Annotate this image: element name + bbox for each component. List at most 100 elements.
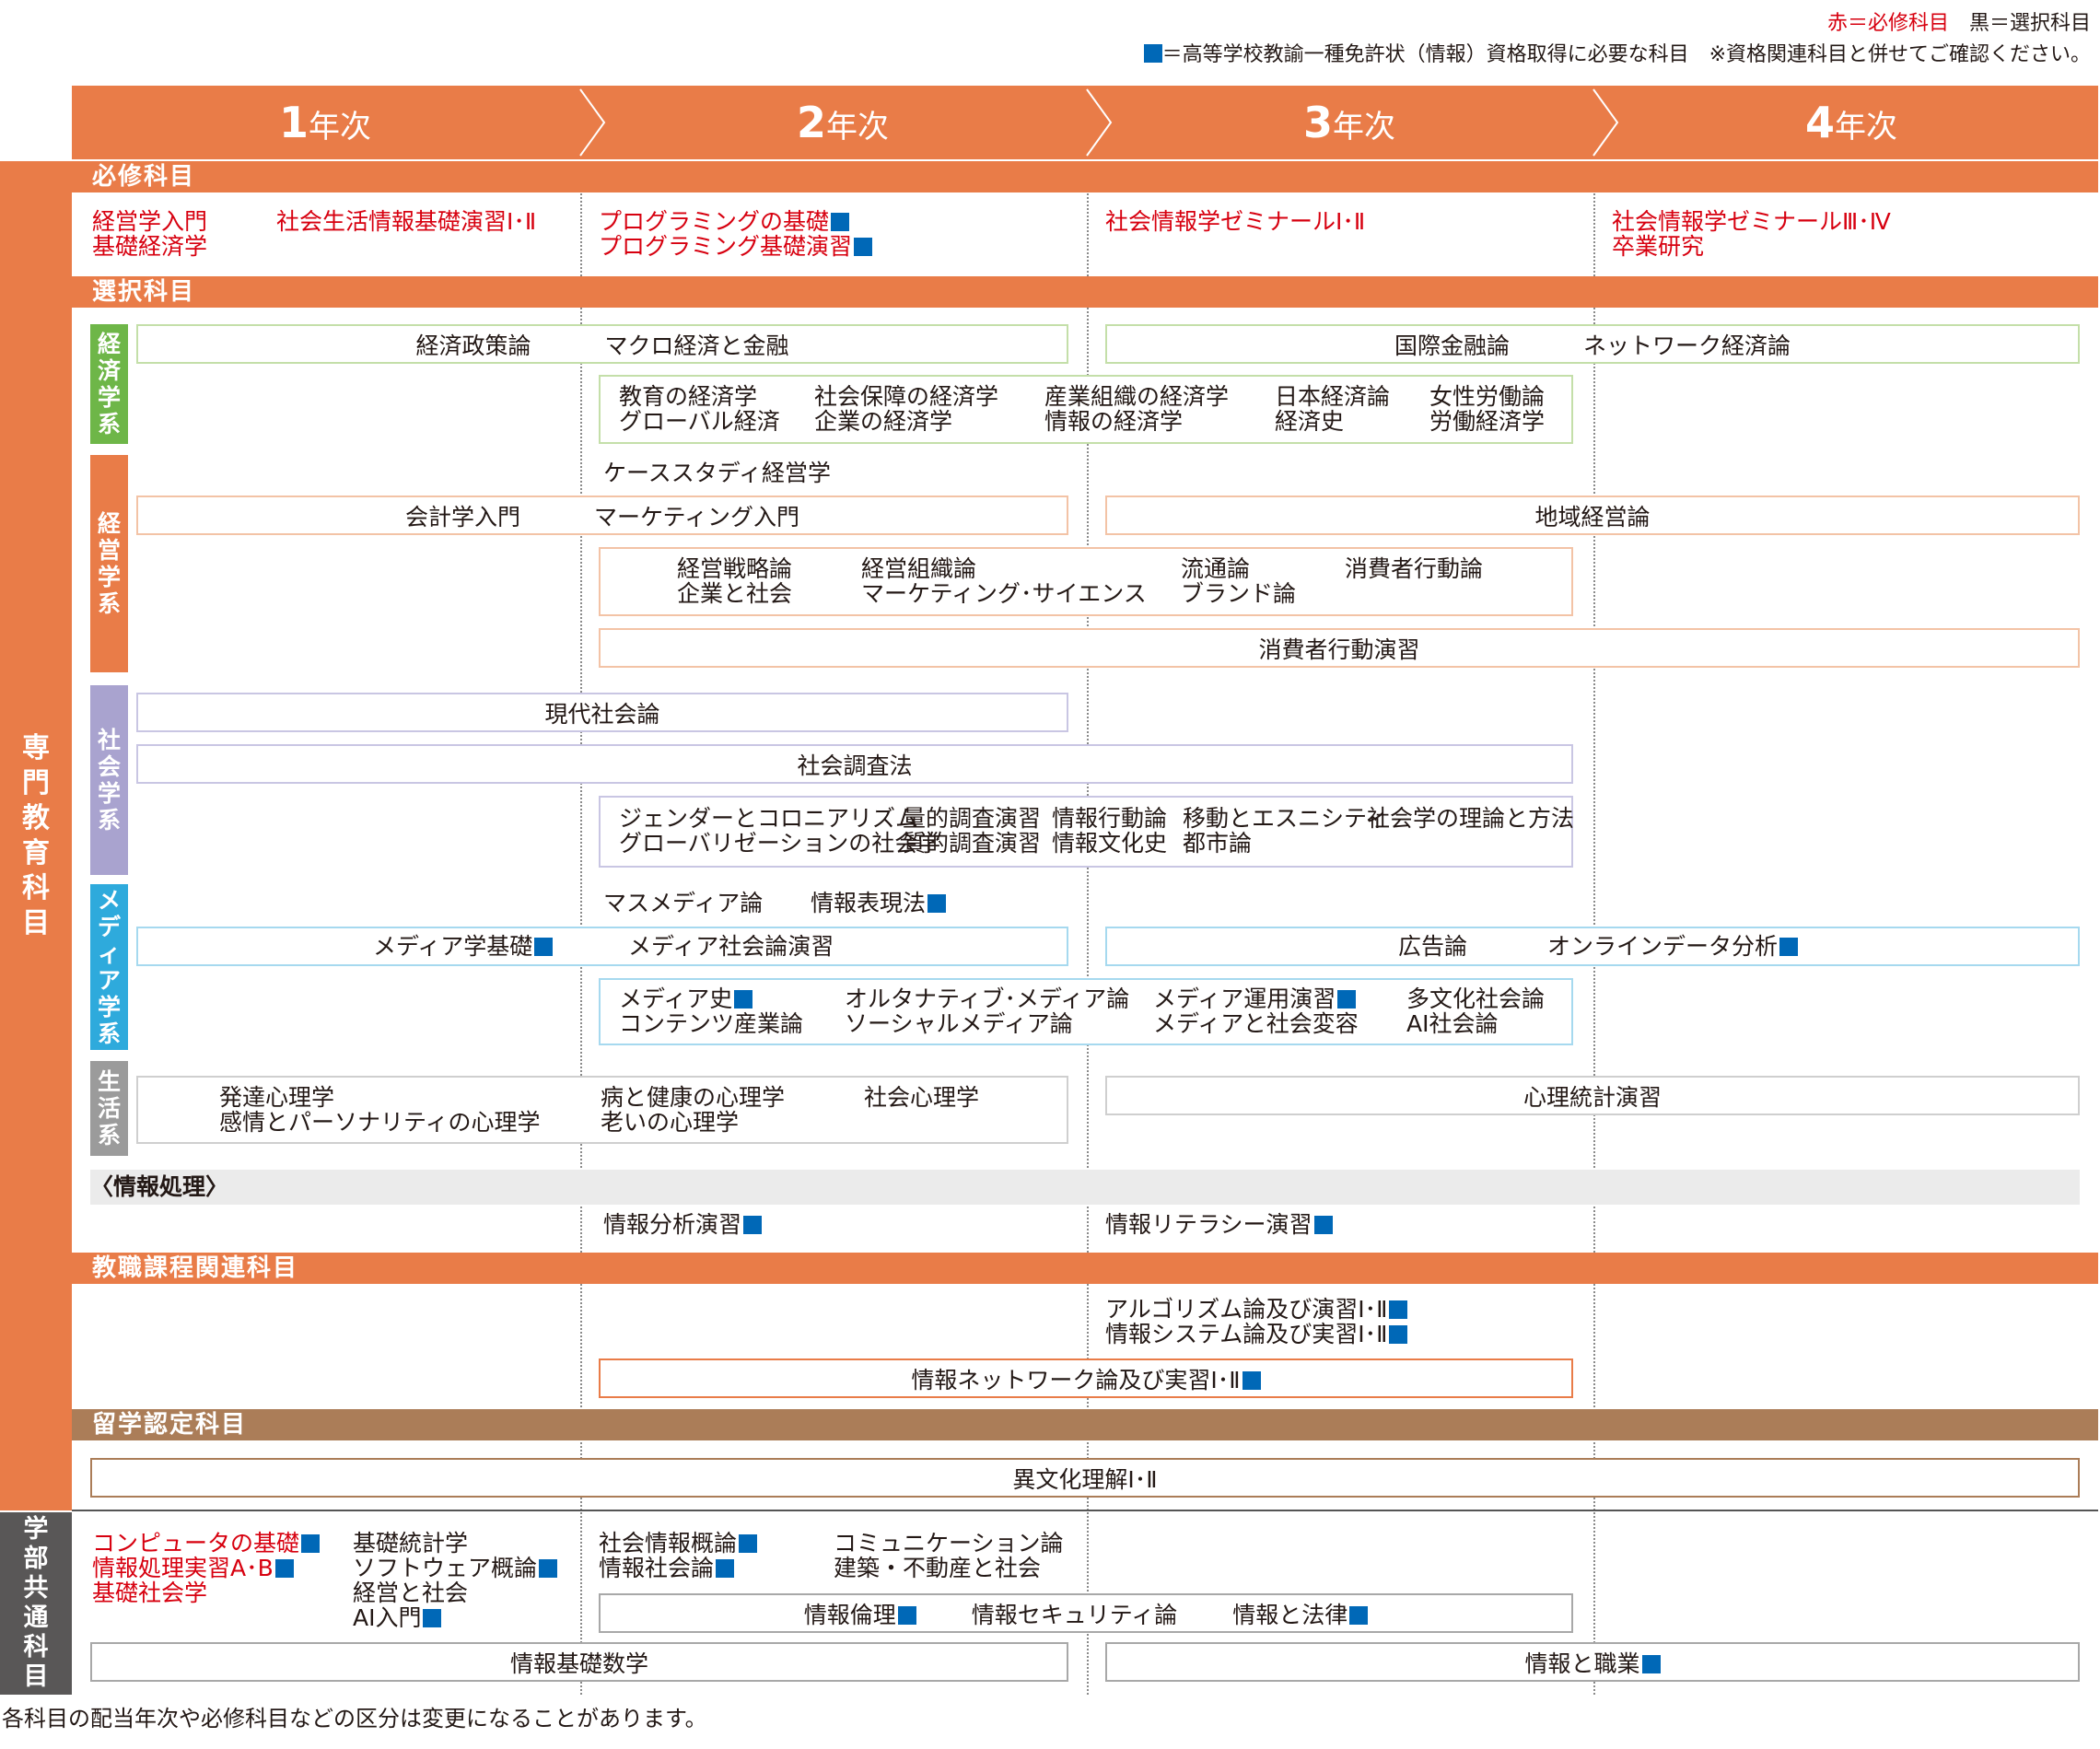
course-box: メディア学基礎 メディア社会論演習 (136, 927, 1068, 966)
course: アルゴリズム論及び演習Ⅰ･Ⅱ (1105, 1297, 1408, 1323)
course: プログラミング基礎演習 (599, 234, 873, 260)
license-square-icon (301, 1534, 321, 1553)
course: 都市論 (1183, 830, 1253, 857)
category-life: 生活系 (90, 1061, 128, 1156)
course: メディアと社会変容 (1153, 1010, 1359, 1037)
course: 経営組織論 (861, 555, 977, 582)
course: 女性労働論 (1429, 383, 1546, 410)
course-box: 情報ネットワーク論及び実習Ⅰ･Ⅱ (599, 1358, 1573, 1398)
course: グローバリゼーションの社会学 (619, 830, 941, 857)
course: 情報セキュリティ論 (971, 1601, 1178, 1628)
course: コンテンツ産業論 (619, 1010, 804, 1037)
course: オンラインデータ分析 (1547, 934, 1799, 960)
info-processing-band: 〈情報処理〉 (90, 1170, 2080, 1205)
category-sociology: 社会学系 (90, 685, 128, 875)
license-square-icon (743, 1216, 763, 1234)
course: 消費者行動論 (1345, 555, 1484, 582)
course: ブランド論 (1181, 580, 1297, 607)
course: 情報表現法 (811, 891, 947, 916)
course: グローバル経済 (619, 408, 780, 435)
course: 国際金融論 (1394, 332, 1510, 359)
course: 卒業研究 (1612, 233, 1705, 260)
info-processing-label: 〈情報処理〉 (90, 1173, 229, 1200)
course: 経済政策論 (415, 332, 531, 359)
year-3-label: 3年次 (1302, 98, 1395, 147)
course: オルタナティブ･メディア論 (845, 985, 1130, 1012)
course: 情報ネットワーク論及び実習Ⅰ･Ⅱ (911, 1362, 1261, 1395)
course-box: 心理統計演習 (1105, 1076, 2080, 1115)
course: 情報システム論及び実習Ⅰ･Ⅱ (1105, 1322, 1408, 1347)
course: 情報リテラシー演習 (1105, 1212, 1333, 1238)
course: 基礎社会学 (92, 1580, 208, 1606)
course: AI社会論 (1406, 1010, 1499, 1037)
license-square-icon (734, 990, 753, 1009)
license-square-icon (1313, 1216, 1333, 1234)
course: 情報処理実習A･B (92, 1556, 294, 1581)
license-square-icon (854, 238, 873, 256)
license-square-icon (831, 213, 850, 231)
course: 地域経営論 (1534, 503, 1651, 531)
course: 情報文化史 (1052, 830, 1168, 857)
course: 異文化理解Ⅰ･Ⅱ (1012, 1465, 1158, 1493)
license-square-icon (1779, 938, 1799, 956)
course-box: 広告論 オンラインデータ分析 (1105, 927, 2080, 966)
course: 心理統計演習 (1522, 1083, 1662, 1111)
course-box: 情報倫理 情報セキュリティ論 情報と法律 (599, 1593, 1573, 1633)
course: 社会情報学ゼミナールⅠ･Ⅱ (1105, 208, 1366, 235)
course: マクロ経済と金融 (604, 332, 789, 359)
course: 社会情報学ゼミナールⅢ･Ⅳ (1612, 208, 1891, 235)
footnote: 各科目の配当年次や必修科目などの区分は変更になることがあります。 (2, 1706, 707, 1732)
course: マーケティング･サイエンス (861, 580, 1147, 607)
side-label-common: 学部共通科目 (0, 1512, 72, 1695)
course: 広告論 (1398, 933, 1468, 960)
license-square-icon (928, 894, 947, 913)
category-economics: 経済学系 (90, 324, 128, 444)
course-box: 情報と職業 (1105, 1642, 2080, 1682)
course: 情報倫理 (804, 1597, 916, 1630)
course-box: 国際金融論 ネットワーク経済論 (1105, 324, 2080, 364)
section-teacher-training: 教職課程関連科目 (72, 1253, 2098, 1284)
course: ケーススタディ経営学 (603, 460, 832, 486)
course: 流通論 (1181, 555, 1251, 582)
course-box: 教育の経済学 グローバル経済 社会保障の経済学 企業の経済学 産業組織の経済学 … (599, 375, 1573, 444)
course: 社会調査法 (797, 752, 913, 779)
license-square-icon (1641, 1654, 1661, 1673)
year-4-label: 4年次 (1804, 98, 1897, 147)
course: 情報と法律 (1232, 1597, 1369, 1630)
course: 質的調査演習 (903, 830, 1042, 857)
course: AI入門 (353, 1605, 442, 1631)
course: 基礎経済学 (92, 233, 208, 260)
course: ネットワーク経済論 (1583, 332, 1791, 359)
course: 情報と職業 (1524, 1646, 1661, 1679)
course-box: 発達心理学 感情とパーソナリティの心理学 病と健康の心理学 老いの心理学 社会心… (136, 1076, 1068, 1144)
category-management: 経営学系 (90, 455, 128, 672)
license-square-icon (274, 1559, 294, 1578)
course: 感情とパーソナリティの心理学 (219, 1109, 541, 1136)
course: 社会学の理論と方法 (1367, 805, 1575, 832)
license-square-icon (1242, 1370, 1261, 1390)
course: 経営学入門 (92, 208, 208, 235)
course: 労働経済学 (1429, 408, 1546, 435)
course: 企業と社会 (677, 580, 793, 607)
license-square-icon (716, 1559, 735, 1578)
course: 社会情報概論 (599, 1531, 758, 1557)
course-box: 経済政策論 マクロ経済と金融 (136, 324, 1068, 364)
section-divider (72, 1510, 2098, 1511)
course: ジェンダーとコロニアリズム (619, 805, 919, 832)
course-box: 情報基礎数学 (90, 1642, 1068, 1682)
course: メディア史 (619, 986, 753, 1012)
course: コミュニケーション論 (834, 1530, 1064, 1557)
course: 日本経済論 (1275, 383, 1391, 410)
course: 社会心理学 (864, 1084, 980, 1111)
course: 現代社会論 (544, 700, 660, 728)
course: 老いの心理学 (601, 1109, 740, 1136)
course: 情報基礎数学 (509, 1650, 648, 1677)
course: 社会保障の経済学 (814, 383, 999, 410)
course: 産業組織の経済学 (1044, 383, 1230, 410)
course: 企業の経済学 (814, 408, 953, 435)
license-square-icon (423, 1609, 442, 1627)
course: 教育の経済学 (619, 383, 758, 410)
course: マスメディア論 (603, 890, 764, 916)
course: 多文化社会論 (1406, 985, 1546, 1012)
course: 基礎統計学 (353, 1530, 469, 1557)
